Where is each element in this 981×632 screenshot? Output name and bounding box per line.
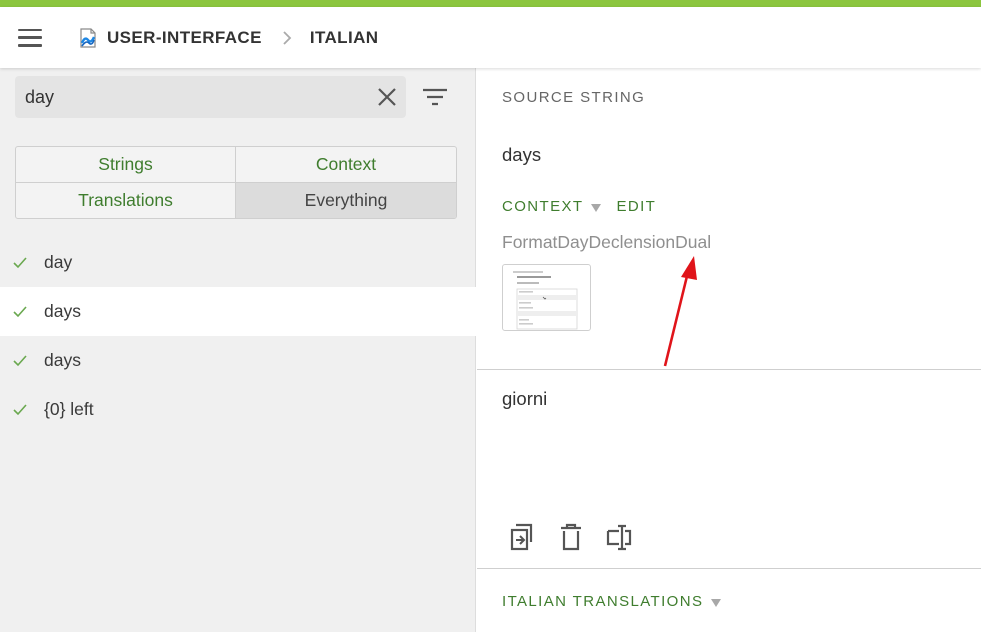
search-box [15,76,406,118]
context-value: FormatDayDeclensionDual [502,232,712,252]
hamburger-menu-icon[interactable] [18,28,42,47]
screenshot-preview-icon [513,271,578,330]
accent-bar [0,0,981,7]
string-list: day days days {0} left [0,238,476,434]
close-icon[interactable] [376,86,398,108]
breadcrumb-locale[interactable]: ITALIAN [310,28,379,48]
source-string-heading: SOURCE STRING [502,89,646,106]
checkmark-icon [13,305,27,317]
filter-translations[interactable]: Translations [16,182,236,218]
breadcrumb-project[interactable]: USER-INTERFACE [107,28,262,48]
search-input[interactable] [15,76,376,118]
divider [477,568,981,569]
list-item-label: {0} left [44,399,94,419]
delete-icon[interactable] [557,522,585,552]
top-header: USER-INTERFACE ITALIAN [0,7,981,68]
filter-everything[interactable]: Everything [236,182,456,218]
list-item-selected[interactable]: days [0,287,476,336]
context-row: CONTEXT EDIT [502,198,656,215]
filter-context[interactable]: Context [236,147,456,183]
list-item[interactable]: {0} left [0,385,476,434]
list-item-label: day [44,252,73,272]
list-item-label: days [44,301,81,321]
project-logo-icon [80,27,96,48]
copy-source-icon[interactable] [509,522,537,552]
translation-text[interactable]: giorni [502,388,547,410]
caret-down-icon[interactable] [711,599,722,607]
search-filter-group: Strings Context Translations Everything [15,146,457,219]
divider [477,369,981,370]
checkmark-icon [13,354,27,366]
source-string-text: days [502,144,542,165]
screenshot-thumbnail[interactable] [502,264,591,331]
filter-icon[interactable] [422,86,448,108]
filter-strings[interactable]: Strings [16,147,236,183]
edit-context-link[interactable]: EDIT [616,198,656,215]
italian-translations-row: ITALIAN TRANSLATIONS [502,593,722,610]
checkmark-icon [13,256,27,268]
context-toggle[interactable]: CONTEXT [502,198,583,215]
list-item[interactable]: day [0,238,476,287]
editor-panel: SOURCE STRING days CONTEXT EDIT FormatDa… [477,68,981,632]
chevron-right-icon [283,30,292,45]
list-item-label: days [44,350,81,370]
italian-translations-toggle[interactable]: ITALIAN TRANSLATIONS [502,593,703,610]
string-list-sidebar: Strings Context Translations Everything … [0,68,476,632]
text-cursor-icon[interactable] [605,522,633,552]
list-item[interactable]: days [0,336,476,385]
translation-toolbar [509,522,653,552]
caret-down-icon[interactable] [591,204,602,212]
checkmark-icon [13,403,27,415]
